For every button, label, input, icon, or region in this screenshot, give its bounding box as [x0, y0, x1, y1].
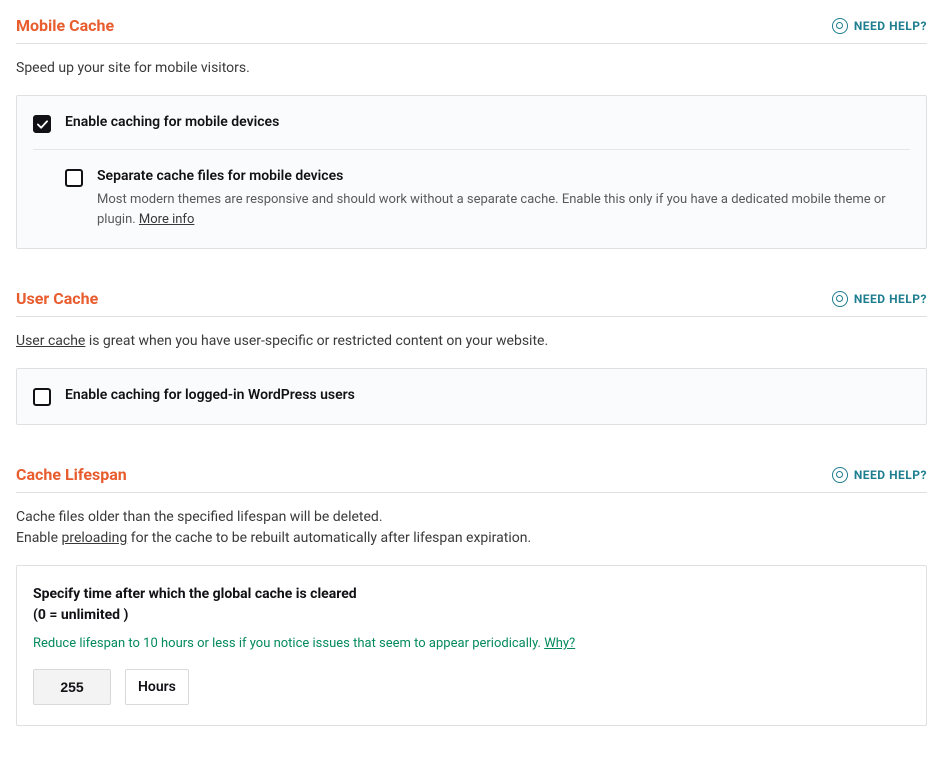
section-title: Cache Lifespan	[16, 465, 127, 484]
why-link[interactable]: Why?	[544, 636, 575, 651]
section-cache-lifespan: Cache Lifespan NEED HELP? Cache files ol…	[16, 465, 927, 726]
separate-cache-label: Separate cache files for mobile devices	[97, 168, 910, 184]
preloading-link[interactable]: preloading	[61, 530, 127, 546]
lifespan-panel: Specify time after which the global cach…	[16, 565, 927, 726]
section-title: User Cache	[16, 289, 98, 308]
mobile-cache-panel: Enable caching for mobile devices Separa…	[16, 95, 927, 249]
help-label: NEED HELP?	[854, 19, 927, 33]
enable-mobile-caching-row: Enable caching for mobile devices	[33, 114, 910, 133]
user-cache-info-link[interactable]: User cache	[16, 333, 85, 349]
lifespan-desc-line2: Enable preloading for the cache to be re…	[16, 528, 927, 549]
check-icon	[37, 119, 48, 130]
section-header: Mobile Cache NEED HELP?	[16, 16, 927, 44]
section-description: Cache files older than the specified lif…	[16, 507, 927, 549]
separate-cache-description: Most modern themes are responsive and sh…	[97, 190, 910, 230]
help-link[interactable]: NEED HELP?	[832, 291, 927, 307]
user-cache-panel: Enable caching for logged-in WordPress u…	[16, 368, 927, 425]
section-description: User cache is great when you have user-s…	[16, 331, 927, 352]
help-label: NEED HELP?	[854, 468, 927, 482]
separate-cache-row: Separate cache files for mobile devices …	[65, 168, 910, 230]
enable-user-caching-row: Enable caching for logged-in WordPress u…	[33, 387, 910, 406]
section-header: Cache Lifespan NEED HELP?	[16, 465, 927, 493]
section-mobile-cache: Mobile Cache NEED HELP? Speed up your si…	[16, 16, 927, 249]
enable-mobile-caching-checkbox[interactable]	[33, 115, 51, 133]
lifespan-unit-select[interactable]: Hours	[125, 669, 189, 705]
enable-mobile-caching-label: Enable caching for mobile devices	[65, 114, 279, 130]
lifespan-tip: Reduce lifespan to 10 hours or less if y…	[33, 636, 910, 651]
section-title: Mobile Cache	[16, 16, 114, 35]
lifespan-desc-line1: Cache files older than the specified lif…	[16, 507, 927, 528]
enable-user-caching-checkbox[interactable]	[33, 388, 51, 406]
specify-label-line1: Specify time after which the global cach…	[33, 584, 910, 605]
separate-cache-content: Separate cache files for mobile devices …	[97, 168, 910, 230]
lifespan-input-row: Hours	[33, 669, 910, 705]
separate-cache-subsection: Separate cache files for mobile devices …	[33, 149, 910, 230]
enable-user-caching-label: Enable caching for logged-in WordPress u…	[65, 387, 355, 403]
help-icon	[832, 467, 848, 483]
section-user-cache: User Cache NEED HELP? User cache is grea…	[16, 289, 927, 425]
help-icon	[832, 291, 848, 307]
section-header: User Cache NEED HELP?	[16, 289, 927, 317]
section-description: Speed up your site for mobile visitors.	[16, 58, 927, 79]
separate-cache-checkbox[interactable]	[65, 169, 83, 187]
more-info-link[interactable]: More info	[139, 212, 194, 227]
help-link[interactable]: NEED HELP?	[832, 18, 927, 34]
help-icon	[832, 18, 848, 34]
specify-label-line2: (0 = unlimited )	[33, 605, 910, 626]
help-link[interactable]: NEED HELP?	[832, 467, 927, 483]
lifespan-value-input[interactable]	[33, 669, 111, 705]
help-label: NEED HELP?	[854, 292, 927, 306]
